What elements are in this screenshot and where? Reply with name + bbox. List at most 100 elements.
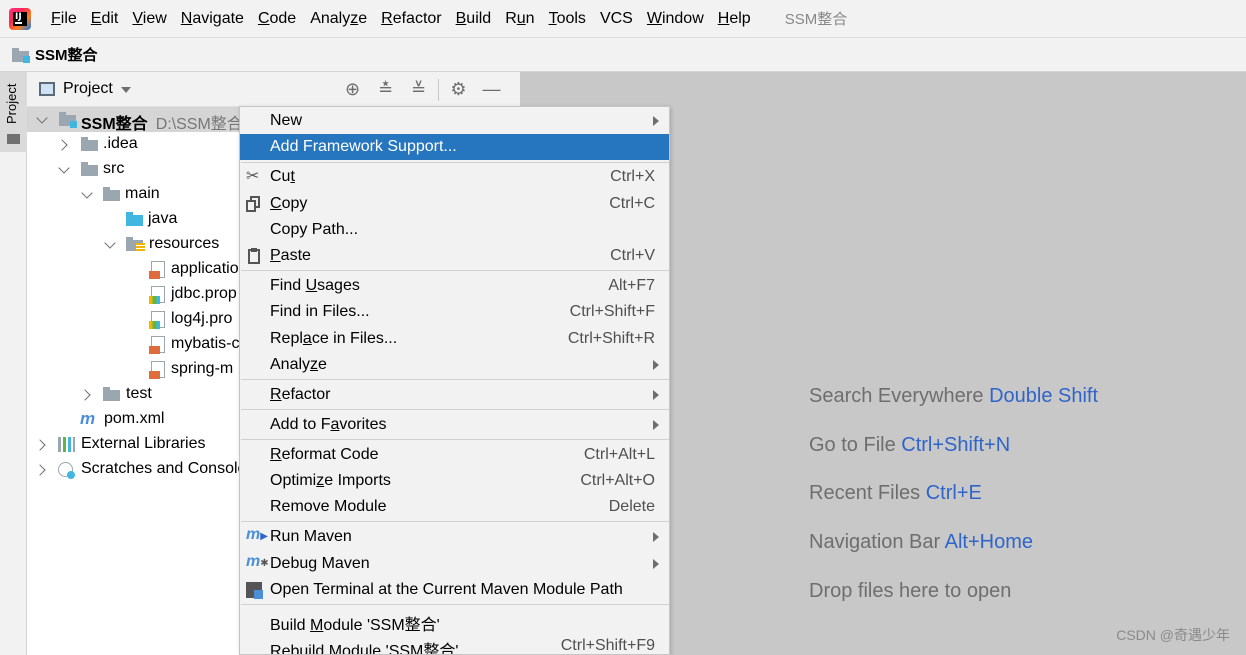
menu-separator [241, 439, 669, 440]
menu-separator [241, 379, 669, 380]
scissors-icon: ✂ [246, 168, 260, 185]
locate-icon[interactable]: ⊕ [336, 72, 369, 107]
menu-item-replace-in-files[interactable]: Replace in Files... Ctrl+Shift+R [240, 326, 669, 352]
tree-node-label: SSM整合 [81, 116, 148, 133]
menu-separator [241, 521, 669, 522]
menu-window[interactable]: Window [640, 0, 711, 37]
submenu-arrow-icon [653, 360, 659, 370]
scratches-icon [58, 462, 75, 479]
submenu-arrow-icon [653, 559, 659, 569]
clipboard-icon [246, 248, 262, 264]
chevron-right-icon[interactable] [34, 464, 46, 476]
menu-help[interactable]: Help [711, 0, 758, 37]
tree-node-label: spring-m [171, 360, 234, 377]
menu-item-new[interactable]: New [240, 108, 669, 134]
properties-file-icon [149, 311, 165, 329]
tree-node-label: src [103, 160, 125, 177]
chevron-right-icon[interactable] [79, 389, 91, 401]
menu-refactor[interactable]: Refactor [374, 0, 448, 37]
menu-analyze[interactable]: Analyze [303, 0, 374, 37]
watermark: CSDN @奇遇少年 [1116, 627, 1230, 643]
menu-item-add-framework-support[interactable]: Add Framework Support... [240, 134, 669, 160]
tree-node-label: resources [149, 235, 220, 252]
module-folder-icon [12, 47, 30, 63]
context-menu: New Add Framework Support... ✂ Cut Ctrl+X… [239, 106, 670, 655]
chevron-down-icon[interactable] [120, 87, 131, 93]
project-view-selector[interactable]: Project [63, 80, 113, 98]
submenu-arrow-icon [653, 532, 659, 542]
project-tool-tab-label: Project [4, 83, 19, 124]
minimize-icon[interactable]: — [475, 72, 508, 107]
menu-item-cut[interactable]: ✂ Cut Ctrl+X [240, 164, 669, 190]
navigation-bar: SSM整合 [0, 37, 1246, 72]
menu-item-refactor[interactable]: Refactor [240, 382, 669, 408]
menu-edit[interactable]: Edit [84, 0, 126, 37]
copy-icon [246, 196, 262, 212]
menu-vcs[interactable]: VCS [593, 0, 640, 37]
terminal-icon [246, 582, 263, 599]
chevron-down-icon[interactable] [58, 162, 70, 174]
xml-file-icon [149, 336, 165, 354]
gear-icon[interactable]: ⚙ [442, 72, 475, 107]
menu-item-reformat-code[interactable]: Reformat Code Ctrl+Alt+L [240, 442, 669, 468]
tree-node-label: mybatis-c [171, 335, 240, 352]
hint-recent-files: Recent Files Ctrl+E [809, 482, 982, 504]
chevron-down-icon[interactable] [81, 187, 93, 199]
menu-file[interactable]: File [44, 0, 84, 37]
menu-separator [241, 409, 669, 410]
menu-item-paste[interactable]: Paste Ctrl+V [240, 243, 669, 269]
toolbar-divider [438, 78, 439, 101]
menu-run[interactable]: Run [498, 0, 541, 37]
collapse-all-icon[interactable]: ≚ [402, 72, 435, 107]
menu-bar: IJ File Edit View Navigate Code Analyze … [0, 0, 1246, 37]
chevron-right-icon[interactable] [56, 139, 68, 151]
menu-code[interactable]: Code [251, 0, 303, 37]
menu-item-analyze[interactable]: Analyze [240, 352, 669, 378]
menu-build[interactable]: Build [449, 0, 499, 37]
menu-item-copy[interactable]: Copy Ctrl+C [240, 191, 669, 217]
tree-node-project-root[interactable]: SSM整合 D:\SSM整合 [27, 107, 243, 133]
folder-icon [81, 137, 98, 152]
tree-node-label: Scratches and Consoles [81, 460, 255, 477]
menu-item-find-usages[interactable]: Find Usages Alt+F7 [240, 273, 669, 299]
menu-separator [241, 604, 669, 605]
menu-item-run-maven[interactable]: m▶ Run Maven [240, 524, 669, 550]
menu-separator [241, 162, 669, 163]
menu-separator [241, 270, 669, 271]
resources-folder-icon [126, 237, 145, 252]
folder-icon [103, 387, 120, 402]
tree-node-label: java [148, 210, 178, 227]
project-view-icon [39, 82, 55, 96]
module-folder-icon [59, 112, 77, 128]
menu-item-add-to-favorites[interactable]: Add to Favorites [240, 412, 669, 438]
menu-item-build-module[interactable]: Build Module 'SSM整合' [240, 607, 669, 634]
properties-file-icon [149, 286, 165, 304]
spring-xml-file-icon [149, 361, 165, 379]
chevron-right-icon[interactable] [34, 439, 46, 451]
expand-all-icon[interactable]: ≛ [369, 72, 402, 107]
menu-tools[interactable]: Tools [542, 0, 593, 37]
project-tool-tab[interactable]: Project [0, 72, 27, 152]
menu-item-optimize-imports[interactable]: Optimize Imports Ctrl+Alt+O [240, 468, 669, 494]
folder-icon [103, 187, 120, 202]
tree-node-label: .idea [103, 135, 138, 152]
menu-item-find-in-files[interactable]: Find in Files... Ctrl+Shift+F [240, 299, 669, 325]
window-title: SSM整合 [784, 11, 848, 28]
project-panel-header: Project ⊕ ≛ ≚ ⚙ — [27, 72, 520, 107]
breadcrumb-project[interactable]: SSM整合 [35, 44, 98, 65]
source-folder-icon [126, 212, 143, 227]
menu-item-rebuild-module[interactable]: Rebuild Module 'SSM整合' Ctrl+Shift+F9 [240, 633, 669, 654]
maven-file-icon: m [80, 409, 96, 428]
tree-node-label: log4j.pro [171, 310, 233, 327]
chevron-down-icon[interactable] [36, 112, 48, 124]
menu-navigate[interactable]: Navigate [174, 0, 251, 37]
menu-item-debug-maven[interactable]: m✱ Debug Maven [240, 551, 669, 577]
menu-view[interactable]: View [125, 0, 173, 37]
menu-item-remove-module[interactable]: Remove Module Delete [240, 494, 669, 520]
chevron-down-icon[interactable] [104, 237, 116, 249]
maven-run-icon: m▶ [246, 526, 268, 543]
folder-icon [7, 134, 20, 144]
menu-item-open-terminal[interactable]: Open Terminal at the Current Maven Modul… [240, 577, 669, 603]
tree-node-label: main [125, 185, 160, 202]
menu-item-copy-path[interactable]: Copy Path... [240, 217, 669, 243]
